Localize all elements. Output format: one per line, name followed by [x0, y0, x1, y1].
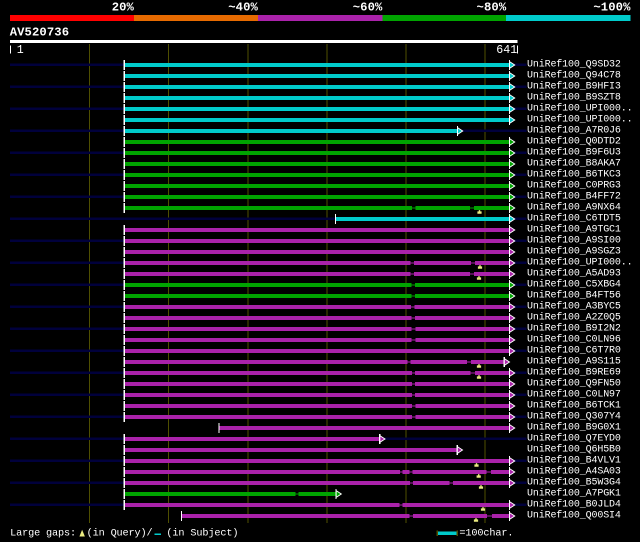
svg-text:UniRef100_A4SA03: UniRef100_A4SA03: [527, 466, 621, 478]
svg-text:UniRef100_B4VLV1: UniRef100_B4VLV1: [527, 455, 621, 467]
svg-text:UniRef100_B6TCK1: UniRef100_B6TCK1: [527, 400, 621, 412]
svg-text:UniRef100_A5AD93: UniRef100_A5AD93: [527, 268, 621, 280]
svg-text:~80%: ~80%: [477, 0, 507, 14]
svg-text:UniRef100_A9SGZ3: UniRef100_A9SGZ3: [527, 246, 621, 258]
svg-text:UniRef100_Q307Y4: UniRef100_Q307Y4: [527, 411, 621, 423]
svg-text:1: 1: [17, 44, 24, 57]
svg-text:(in Subject): (in Subject): [166, 527, 238, 539]
svg-text:Large gaps:: Large gaps:: [10, 528, 76, 539]
svg-text:~40%: ~40%: [228, 0, 258, 14]
svg-text:UniRef100_B9RE69: UniRef100_B9RE69: [527, 367, 621, 379]
svg-text:~100%: ~100%: [593, 0, 631, 14]
svg-text:UniRef100_A9NX64: UniRef100_A9NX64: [527, 202, 621, 214]
svg-text:UniRef100_Q00SI4: UniRef100_Q00SI4: [527, 510, 621, 522]
svg-text:UniRef100_Q7EYD0: UniRef100_Q7EYD0: [527, 433, 621, 445]
svg-text:UniRef100_Q0DTD2: UniRef100_Q0DTD2: [527, 136, 621, 148]
svg-text:UniRef100_B8AKA7: UniRef100_B8AKA7: [527, 158, 621, 170]
svg-text:~60%: ~60%: [353, 0, 383, 14]
svg-text:UniRef100_B9F6U3: UniRef100_B9F6U3: [527, 147, 621, 159]
svg-text:=100char.: =100char.: [459, 527, 513, 539]
svg-text:(in Query)/: (in Query)/: [87, 527, 153, 539]
svg-text:UniRef100_C0PRG3: UniRef100_C0PRG3: [527, 180, 621, 192]
svg-text:UniRef100_B4FF72: UniRef100_B4FF72: [527, 191, 621, 203]
svg-text:UniRef100_C6TDT5: UniRef100_C6TDT5: [527, 213, 621, 225]
svg-text:AV520736: AV520736: [10, 26, 69, 40]
svg-text:UniRef100_Q94C78: UniRef100_Q94C78: [527, 70, 621, 82]
svg-text:UniRef100_A2Z0Q5: UniRef100_A2Z0Q5: [527, 312, 621, 324]
svg-text:UniRef100_A3BYC5: UniRef100_A3BYC5: [527, 301, 621, 313]
svg-text:UniRef100_A9TGC1: UniRef100_A9TGC1: [527, 224, 621, 236]
svg-text:UniRef100_C0LN96: UniRef100_C0LN96: [527, 334, 621, 346]
svg-text:UniRef100_B0JLD4: UniRef100_B0JLD4: [527, 499, 621, 511]
svg-text:20%: 20%: [112, 0, 135, 14]
svg-text:UniRef100_UPI000..: UniRef100_UPI000..: [527, 257, 633, 269]
svg-text:UniRef100_B4FT56: UniRef100_B4FT56: [527, 290, 621, 302]
svg-text:641: 641: [496, 44, 517, 57]
svg-text:UniRef100_C0LN97: UniRef100_C0LN97: [527, 389, 621, 401]
svg-text:UniRef100_C6T7R0: UniRef100_C6T7R0: [527, 345, 621, 357]
svg-text:UniRef100_UPI000..: UniRef100_UPI000..: [527, 114, 633, 126]
svg-text:UniRef100_B6TKC3: UniRef100_B6TKC3: [527, 169, 621, 181]
svg-text:UniRef100_Q9SD32: UniRef100_Q9SD32: [527, 59, 621, 71]
svg-text:UniRef100_A9S115: UniRef100_A9S115: [527, 356, 621, 368]
svg-text:UniRef100_Q6H5B0: UniRef100_Q6H5B0: [527, 444, 621, 456]
svg-text:UniRef100_B9G0X1: UniRef100_B9G0X1: [527, 422, 621, 434]
svg-text:UniRef100_Q9FN50: UniRef100_Q9FN50: [527, 378, 621, 390]
svg-text:UniRef100_B9SZT8: UniRef100_B9SZT8: [527, 92, 621, 104]
svg-text:UniRef100_C5XBG4: UniRef100_C5XBG4: [527, 279, 621, 291]
svg-text:UniRef100_B9I2N2: UniRef100_B9I2N2: [527, 323, 621, 335]
svg-text:UniRef100_B9HFI3: UniRef100_B9HFI3: [527, 81, 621, 93]
svg-text:UniRef100_A9SI00: UniRef100_A9SI00: [527, 235, 621, 247]
svg-text:UniRef100_B5W3G4: UniRef100_B5W3G4: [527, 477, 621, 489]
svg-text:UniRef100_A7PGK1: UniRef100_A7PGK1: [527, 488, 621, 500]
svg-text:UniRef100_A7R0J6: UniRef100_A7R0J6: [527, 125, 621, 137]
svg-text:UniRef100_UPI000..: UniRef100_UPI000..: [527, 103, 633, 115]
